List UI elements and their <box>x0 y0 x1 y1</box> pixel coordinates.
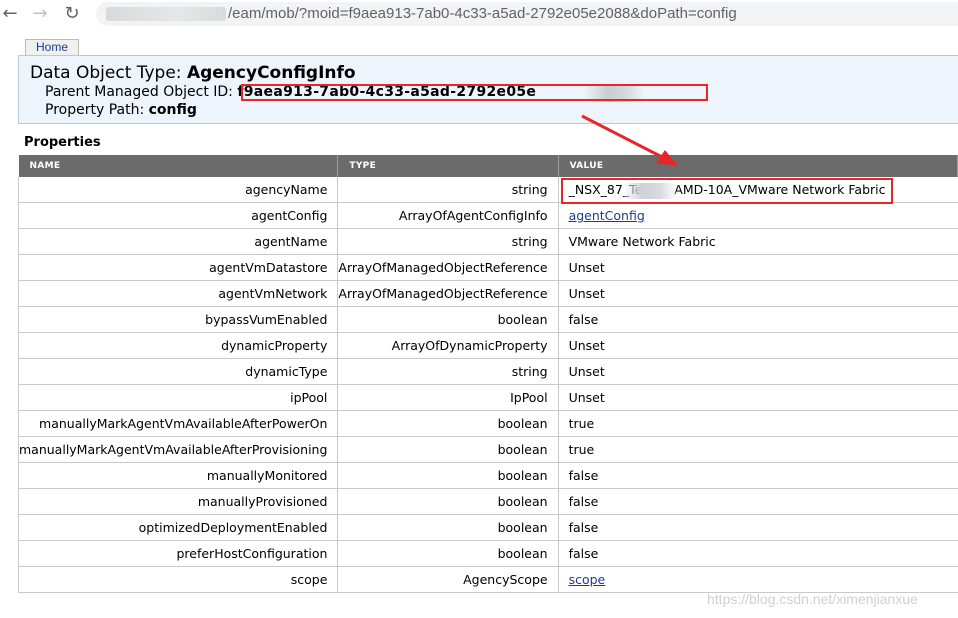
property-value: Unset <box>558 384 958 411</box>
forward-arrow-icon[interactable]: → <box>30 4 50 24</box>
property-type: string <box>337 358 559 385</box>
property-name: dynamicType <box>17 358 339 385</box>
property-value: false <box>558 462 958 489</box>
property-value: Unset <box>558 254 958 281</box>
property-value: true <box>558 410 958 437</box>
property-path: Property Path: config <box>45 102 197 118</box>
highlight-box-moid <box>241 84 708 101</box>
property-name: manuallyMarkAgentVmAvailableAfterProvisi… <box>17 436 339 463</box>
table-row: preferHostConfiguration boolean false <box>17 540 958 567</box>
property-value: true <box>558 436 958 463</box>
property-type: string <box>337 177 559 203</box>
watermark: https://blog.csdn.net/ximenjianxue <box>707 591 918 607</box>
redacted-agency-name <box>624 183 676 199</box>
property-value: Unset <box>558 358 958 385</box>
column-header-type: TYPE <box>337 155 559 177</box>
property-type: ArrayOfManagedObjectReference <box>337 254 559 281</box>
column-header-name: NAME <box>18 155 339 177</box>
table-row: manuallyProvisioned boolean false <box>17 488 958 515</box>
property-value: Unset <box>558 280 958 307</box>
property-name: bypassVumEnabled <box>17 306 339 333</box>
property-type: ArrayOfAgentConfigInfo <box>337 202 559 229</box>
property-value: false <box>558 488 958 515</box>
property-name: agentVmDatastore <box>17 254 339 281</box>
property-type: boolean <box>337 540 559 567</box>
table-header-row: NAME TYPE VALUE <box>18 155 958 177</box>
address-bar[interactable]: /eam/mob/?moid=f9aea913-7ab0-4c33-a5ad-2… <box>96 2 958 26</box>
property-type: boolean <box>337 436 559 463</box>
table-row: dynamicProperty ArrayOfDynamicProperty Uns… <box>17 332 958 359</box>
property-name: ipPool <box>17 384 339 411</box>
property-type: boolean <box>337 462 559 489</box>
property-name: agentName <box>17 228 339 255</box>
home-link[interactable]: Home <box>25 39 79 55</box>
table-row: agentName string VMware Network Fabric <box>17 228 958 255</box>
property-value: Unset <box>558 332 958 359</box>
property-value: VMware Network Fabric <box>558 228 958 255</box>
address-bar-url[interactable]: /eam/mob/?moid=f9aea913-7ab0-4c33-a5ad-2… <box>228 5 737 22</box>
property-name: agentVmNetwork <box>17 280 339 307</box>
property-type: string <box>337 228 559 255</box>
property-name: manuallyProvisioned <box>17 488 339 515</box>
property-name: preferHostConfiguration <box>17 540 339 567</box>
property-value: false <box>558 514 958 541</box>
property-value[interactable]: scope <box>558 566 958 593</box>
column-header-value: VALUE <box>558 155 958 177</box>
property-path-label: Property Path: <box>45 102 149 118</box>
property-type: boolean <box>337 410 559 437</box>
property-value: false <box>558 540 958 567</box>
properties-table: NAME TYPE VALUE agencyName string _NSX_87_… <box>17 155 958 593</box>
data-object-type-value: AgencyConfigInfo <box>186 63 356 83</box>
property-name: agentConfig <box>17 202 339 229</box>
property-value[interactable]: agentConfig <box>558 202 958 229</box>
redacted-host <box>106 7 226 21</box>
table-row: optimizedDeploymentEnabled boolean false <box>17 514 958 541</box>
property-type: boolean <box>337 488 559 515</box>
table-row: manuallyMonitored boolean false <box>17 462 958 489</box>
property-type: ArrayOfDynamicProperty <box>337 332 559 359</box>
highlight-box-agency-name <box>561 178 893 204</box>
property-type: ArrayOfManagedObjectReference <box>337 280 559 307</box>
table-row: ipPool IpPool Unset <box>17 384 958 411</box>
table-row: scope AgencyScope scope <box>17 566 958 593</box>
data-object-type: Data Object Type: AgencyConfigInfo <box>30 63 356 83</box>
property-type: AgencyScope <box>337 566 559 593</box>
property-path-value: config <box>148 102 197 118</box>
table-row: manuallyMarkAgentVmAvailableAfterPowerOn… <box>17 410 958 437</box>
property-name: agencyName <box>17 177 339 203</box>
property-name: scope <box>17 566 339 593</box>
table-row: agentVmNetwork ArrayOfManagedObjectRefere… <box>17 280 958 307</box>
table-row: agentVmDatastore ArrayOfManagedObjectRefe… <box>17 254 958 281</box>
property-value: false <box>558 306 958 333</box>
parent-moid-label: Parent Managed Object ID: <box>45 84 238 100</box>
data-object-type-label: Data Object Type: <box>30 63 187 83</box>
property-name: manuallyMonitored <box>17 462 339 489</box>
property-type: IpPool <box>337 384 559 411</box>
table-row: agentConfig ArrayOfAgentConfigInfo agentCo… <box>17 202 958 229</box>
table-row: manuallyMarkAgentVmAvailableAfterProvisi… <box>17 436 958 463</box>
reload-icon[interactable]: ↻ <box>62 4 82 24</box>
browser-toolbar: ← → ↻ /eam/mob/?moid=f9aea913-7ab0-4c33-… <box>0 0 958 28</box>
property-value-link[interactable]: agentConfig <box>569 208 645 223</box>
table-row: dynamicType string Unset <box>17 358 958 385</box>
property-value-link[interactable]: scope <box>569 572 606 587</box>
property-name: dynamicProperty <box>17 332 339 359</box>
property-name: manuallyMarkAgentVmAvailableAfterPowerOn <box>17 410 339 437</box>
property-type: boolean <box>337 306 559 333</box>
table-row: bypassVumEnabled boolean false <box>17 306 958 333</box>
back-arrow-icon[interactable]: ← <box>0 4 20 24</box>
properties-title: Properties <box>24 135 101 150</box>
property-name: optimizedDeploymentEnabled <box>17 514 339 541</box>
property-type: boolean <box>337 514 559 541</box>
